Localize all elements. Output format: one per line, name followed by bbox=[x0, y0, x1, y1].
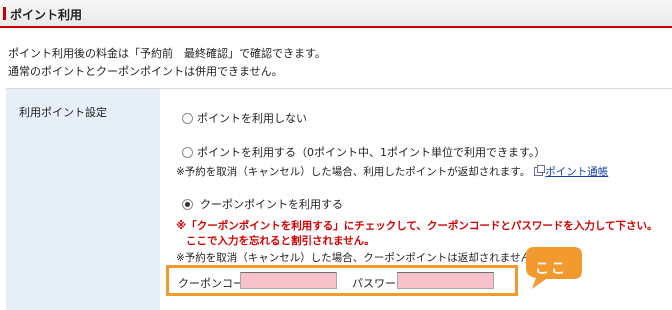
settings-label-cell: 利用ポイント設定 bbox=[6, 89, 160, 310]
option-coupon-points[interactable]: クーポンポイントを利用する bbox=[182, 196, 343, 212]
coupon-code-input[interactable] bbox=[240, 272, 337, 289]
intro-line-1: ポイント利用後の料金は「予約前 最終確認」で確認できます。 bbox=[8, 47, 326, 60]
coupon-input-highlight: クーポンコード パスワード bbox=[166, 265, 518, 296]
intro-text: ポイント利用後の料金は「予約前 最終確認」で確認できます。 通常のポイントとクー… bbox=[8, 45, 326, 81]
option-use-points[interactable]: ポイントを利用する（0ポイント中、1ポイント単位で利用できます。） bbox=[182, 144, 545, 160]
coupon-return-note: ※予約を取消（キャンセル）した場合、クーポンポイントは返却されません。 bbox=[176, 252, 542, 264]
option-use-points-label: ポイントを利用する（0ポイント中、1ポイント単位で利用できます。） bbox=[197, 146, 546, 159]
callout-text: ここ bbox=[535, 261, 567, 277]
settings-label: 利用ポイント設定 bbox=[19, 106, 107, 119]
point-passbook-link[interactable]: ポイント通帳 bbox=[545, 166, 608, 178]
coupon-warning-1: ※「クーポンポイントを利用する」にチェックして、クーポンコードとパスワードを入力… bbox=[176, 220, 658, 232]
password-input[interactable] bbox=[397, 272, 494, 289]
intro-line-2: 通常のポイントとクーポンポイントは併用できません。 bbox=[8, 65, 283, 78]
option-coupon-points-label: クーポンポイントを利用する bbox=[200, 198, 343, 211]
option-no-points[interactable]: ポイントを利用しない bbox=[182, 110, 307, 126]
option-no-points-label: ポイントを利用しない bbox=[197, 112, 307, 125]
radio-no-points[interactable] bbox=[182, 112, 193, 124]
coupon-warning-2: ここで入力を忘れると割引されません。 bbox=[186, 235, 375, 247]
radio-use-points[interactable] bbox=[182, 146, 193, 158]
external-window-icon bbox=[534, 165, 546, 176]
header-marker bbox=[3, 7, 6, 20]
radio-coupon-points[interactable] bbox=[182, 198, 193, 210]
section-title: ポイント利用 bbox=[10, 8, 83, 22]
points-return-note: ※予約を取消（キャンセル）した場合、利用したポイントが返却されます。 ポイント通帳 bbox=[176, 164, 608, 179]
points-return-note-text: ※予約を取消（キャンセル）した場合、利用したポイントが返却されます。 bbox=[176, 166, 531, 178]
section-header: ポイント利用 bbox=[0, 0, 672, 28]
